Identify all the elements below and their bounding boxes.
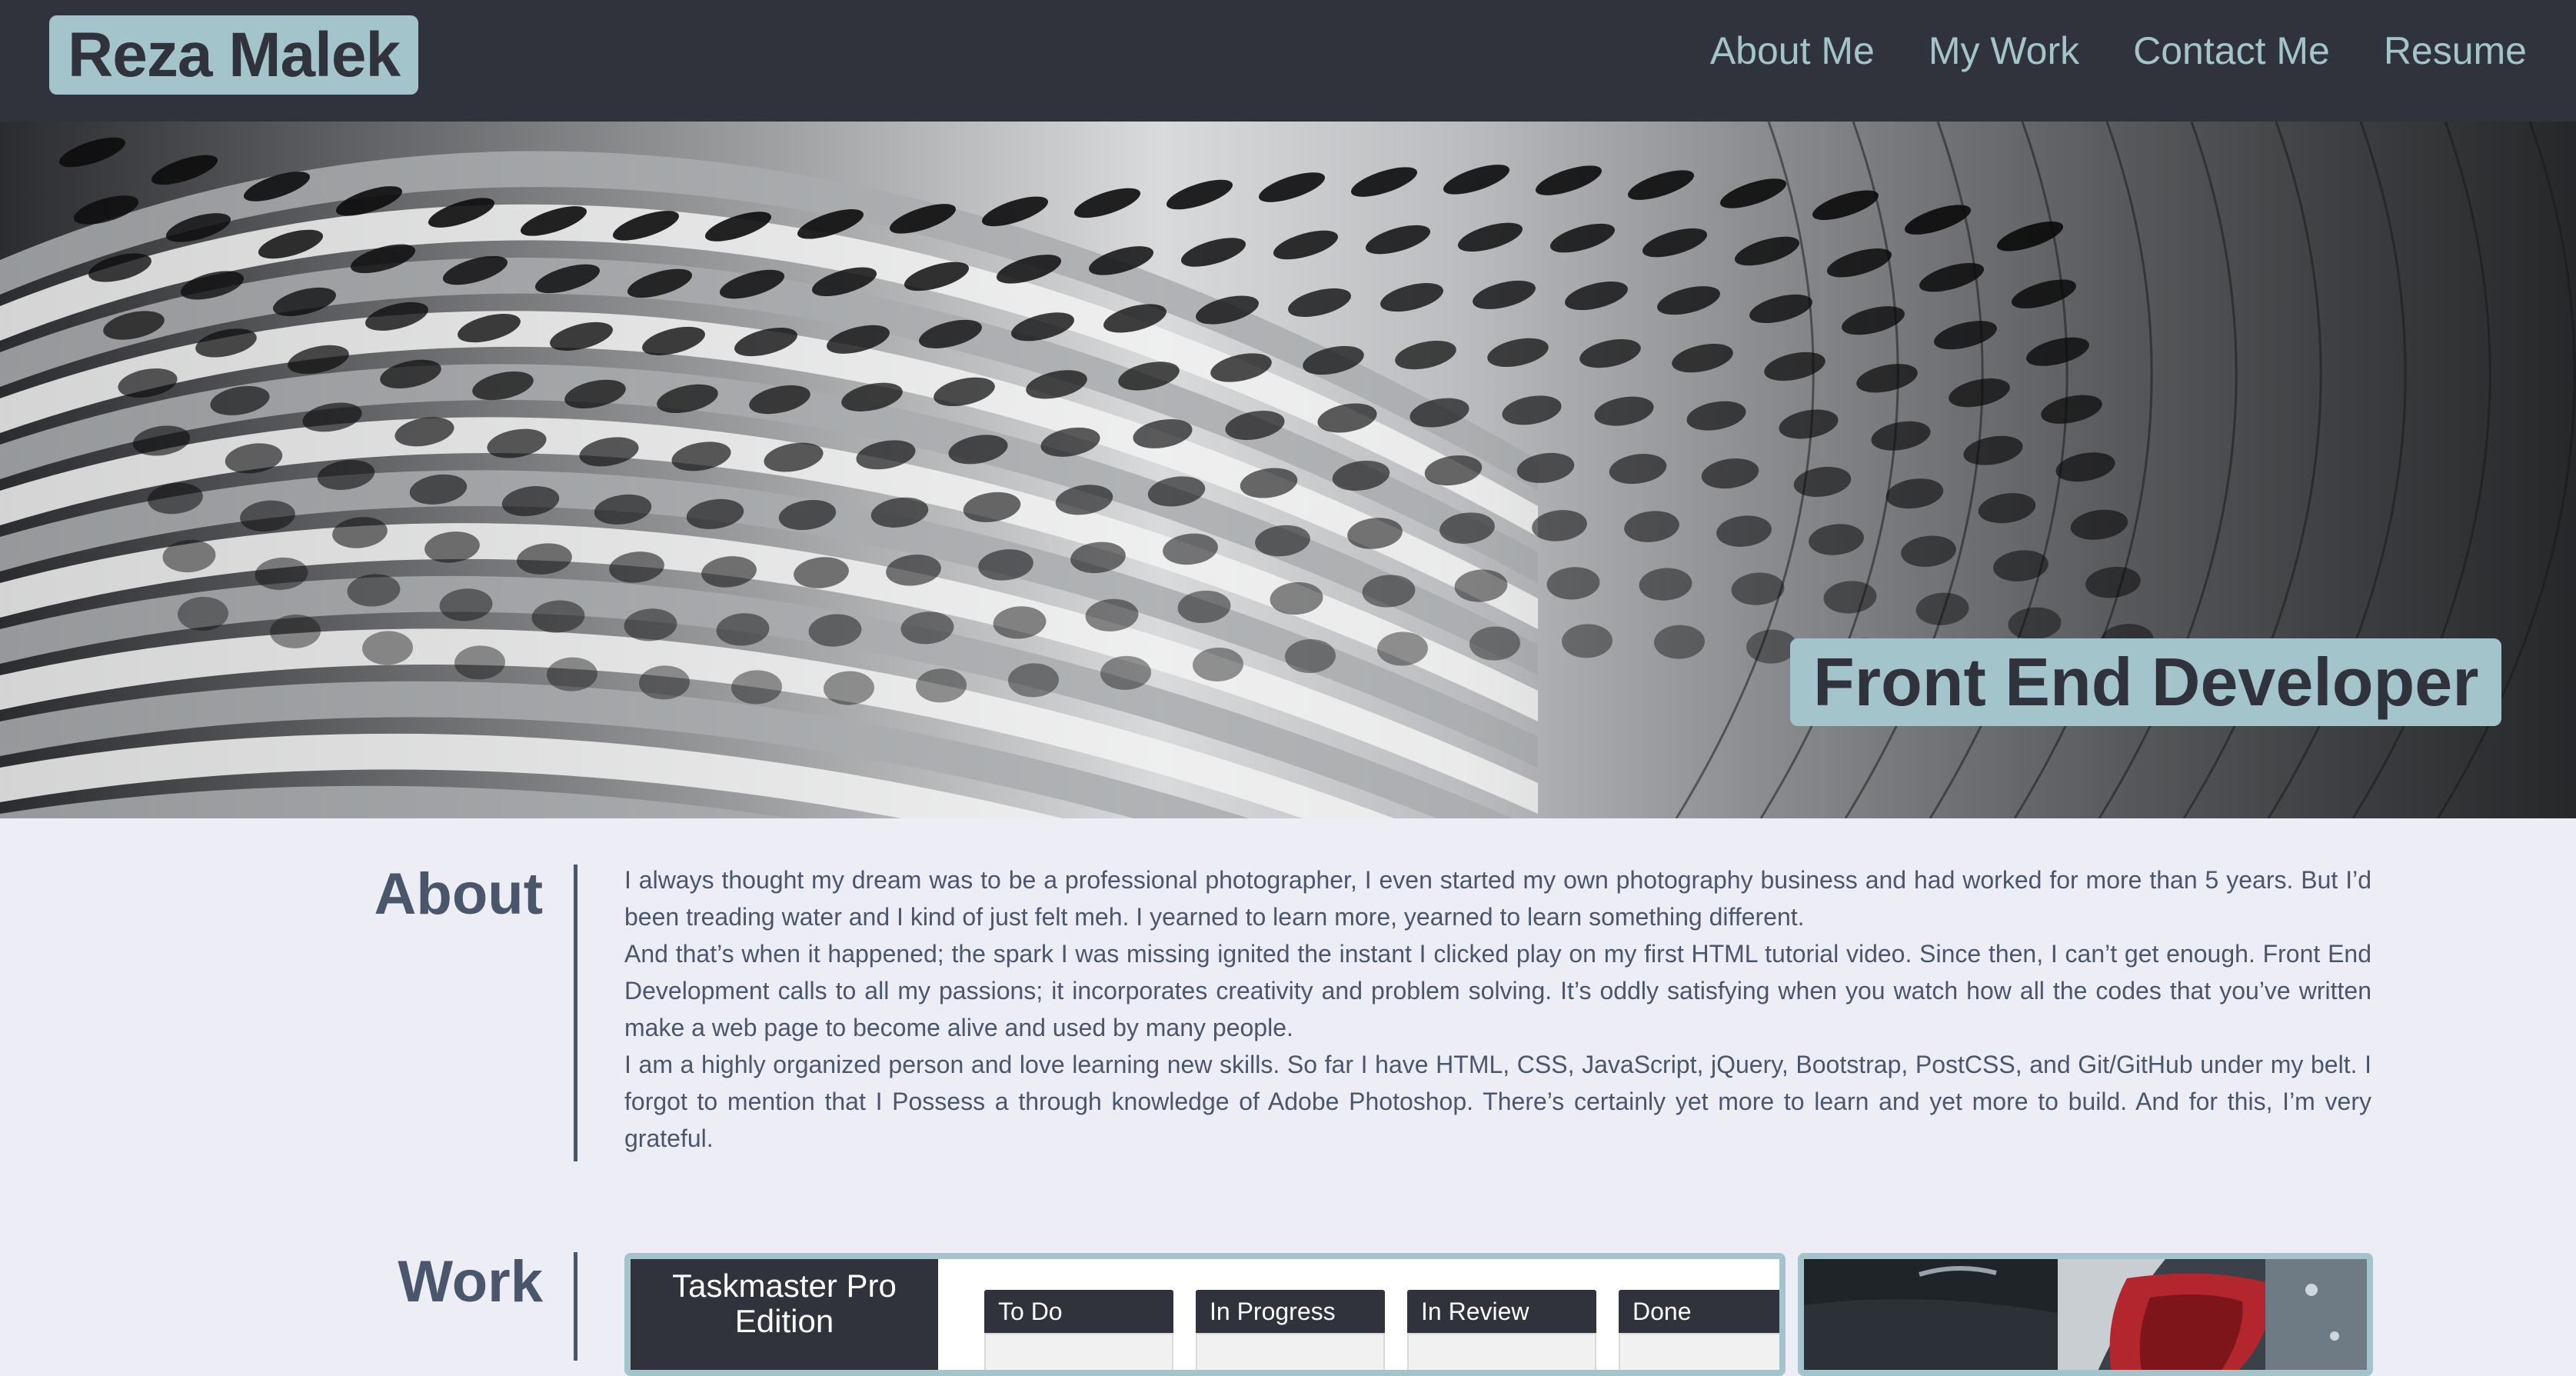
about-text: I always thought my dream was to be a pr… <box>624 861 2371 1157</box>
car-taillight-photo-icon <box>1804 1259 2367 1370</box>
column-body-in-review <box>1407 1333 1596 1370</box>
nav-contact-me[interactable]: Contact Me <box>2133 26 2330 75</box>
about-heading: About <box>374 861 543 927</box>
nav-my-work[interactable]: My Work <box>1929 26 2079 75</box>
project-app-title-text: Taskmaster Pro Edition <box>672 1268 897 1339</box>
site-header: Reza Malek About Me My Work Contact Me R… <box>0 0 2576 122</box>
hero-banner: Front End Developer <box>0 122 2576 818</box>
main-nav: About Me My Work Contact Me Resume <box>1710 26 2527 75</box>
role-badge: Front End Developer <box>1790 638 2502 726</box>
about-paragraph-2: And that’s when it happened; the spark I… <box>624 940 2371 1041</box>
column-body-to-do <box>984 1333 1173 1370</box>
project-app-title: Taskmaster Pro Edition <box>631 1259 938 1370</box>
column-body-in-progress <box>1196 1333 1385 1370</box>
column-header-done: Done <box>1619 1290 1779 1333</box>
about-paragraph-1: I always thought my dream was to be a pr… <box>624 866 2371 931</box>
brand-logo[interactable]: Reza Malek <box>49 15 419 95</box>
work-heading: Work <box>398 1249 543 1314</box>
about-paragraph-3: I am a highly organized person and love … <box>624 1051 2371 1152</box>
nav-about-me[interactable]: About Me <box>1710 26 1875 75</box>
column-body-done <box>1619 1333 1779 1370</box>
nav-resume[interactable]: Resume <box>2384 26 2527 75</box>
work-divider <box>574 1252 577 1361</box>
project-card-taskmaster[interactable]: Taskmaster Pro Edition To Do In Progress… <box>624 1253 1786 1376</box>
project-card-side[interactable] <box>1798 1253 2373 1376</box>
column-header-to-do: To Do <box>984 1290 1173 1333</box>
column-header-in-progress: In Progress <box>1196 1290 1385 1333</box>
about-divider <box>574 865 577 1161</box>
column-header-in-review: In Review <box>1407 1290 1596 1333</box>
